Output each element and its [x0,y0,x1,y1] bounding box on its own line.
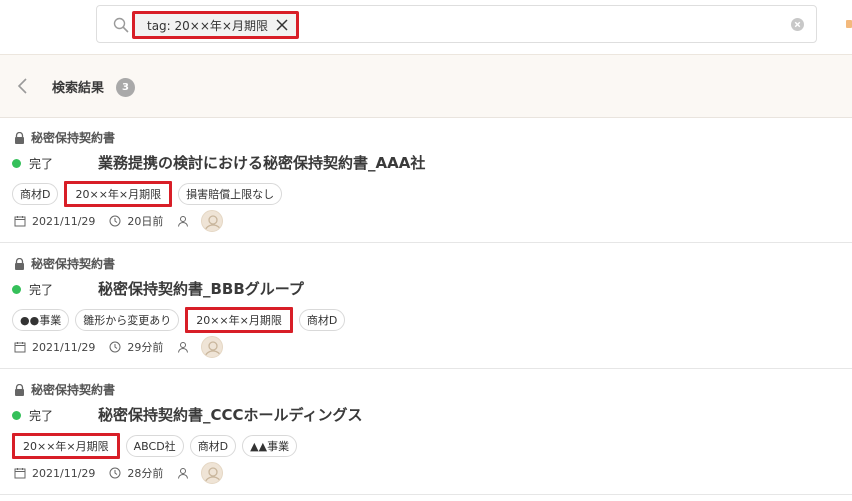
status-label: 完了 [29,157,54,171]
status-label: 完了 [29,283,54,297]
user-icon [178,342,189,353]
avatar[interactable] [201,336,224,358]
chevron-left-icon[interactable] [14,77,32,95]
result-item[interactable]: 秘密保持契約書 完了 秘密保持契約書_BBBグループ ●●事業 雛形から変更あり… [0,244,852,369]
status: 完了 [12,155,53,172]
tag[interactable]: ABCD社 [125,435,184,457]
document-title[interactable]: 秘密保持契約書_CCCホールディングス [98,404,362,425]
document-type: 秘密保持契約書 [14,129,115,146]
date: 2021/11/29 [32,340,96,354]
tag[interactable]: 商材D [298,309,346,331]
tag[interactable]: ▲▲事業 [242,435,298,457]
top-search-bar: tag: 20××年×月期限 [0,0,852,54]
date: 2021/11/29 [32,466,96,480]
status-dot [12,159,21,168]
tag-highlighted[interactable]: 20××年×月期限 [64,181,173,207]
avatar[interactable] [201,210,224,232]
clock-icon [109,341,121,353]
tag[interactable]: ●●事業 [12,309,70,331]
calendar-icon [14,468,26,479]
document-type: 秘密保持契約書 [14,255,115,272]
date: 2021/11/29 [32,214,96,228]
lock-icon [15,257,24,270]
result-item[interactable]: 秘密保持契約書 完了 業務提携の検討における秘密保持契約書_AAA社 商材D 2… [0,118,852,243]
result-item[interactable]: 秘密保持契約書 完了 秘密保持契約書_CCCホールディングス 20××年×月期限… [0,370,852,495]
lock-icon [15,131,24,144]
meta-row: 2021/11/29 20日前 [14,210,224,232]
clock-icon [109,467,121,479]
close-icon[interactable] [276,19,288,31]
status: 完了 [12,407,53,424]
tag[interactable]: 雛形から変更あり [75,309,180,331]
meta-row: 2021/11/29 29分前 [14,336,224,358]
results-count-badge: 3 [116,78,135,97]
time-ago: 29分前 [127,341,164,354]
search-tag-chip[interactable]: tag: 20××年×月期限 [132,11,299,39]
status-dot [12,411,21,420]
time-ago: 20日前 [127,215,164,228]
tag-list: ●●事業 雛形から変更あり 20××年×月期限 商材D [12,307,351,333]
tag[interactable]: 損害賠償上限なし [178,183,283,205]
edge-indicator [846,20,852,28]
tag-list: 20××年×月期限 ABCD社 商材D ▲▲事業 [12,433,303,459]
calendar-icon [14,216,26,227]
document-type-label: 秘密保持契約書 [31,131,116,145]
clock-icon [109,215,121,227]
user-icon [178,468,189,479]
search-icon [113,17,129,33]
lock-icon [15,383,24,396]
status: 完了 [12,281,53,298]
tag[interactable]: 商材D [189,435,237,457]
tag-highlighted[interactable]: 20××年×月期限 [185,307,293,333]
tag[interactable]: 商材D [12,183,59,205]
document-title[interactable]: 業務提携の検討における秘密保持契約書_AAA社 [98,152,425,173]
tag-list: 商材D 20××年×月期限 損害賠償上限なし [12,181,288,207]
clear-circle-icon[interactable] [791,18,804,31]
search-tag-chip-label: tag: 20××年×月期限 [147,18,268,33]
document-type-label: 秘密保持契約書 [31,257,116,271]
document-type: 秘密保持契約書 [14,381,115,398]
user-icon [178,216,189,227]
document-title[interactable]: 秘密保持契約書_BBBグループ [98,278,304,299]
status-label: 完了 [29,409,54,423]
results-header: 検索結果 3 [0,54,852,118]
calendar-icon [14,342,26,353]
time-ago: 28分前 [127,467,164,480]
tag-highlighted[interactable]: 20××年×月期限 [12,433,120,459]
meta-row: 2021/11/29 28分前 [14,462,224,484]
results-title: 検索結果 [52,81,105,96]
document-type-label: 秘密保持契約書 [31,383,116,397]
status-dot [12,285,21,294]
avatar[interactable] [201,462,224,484]
